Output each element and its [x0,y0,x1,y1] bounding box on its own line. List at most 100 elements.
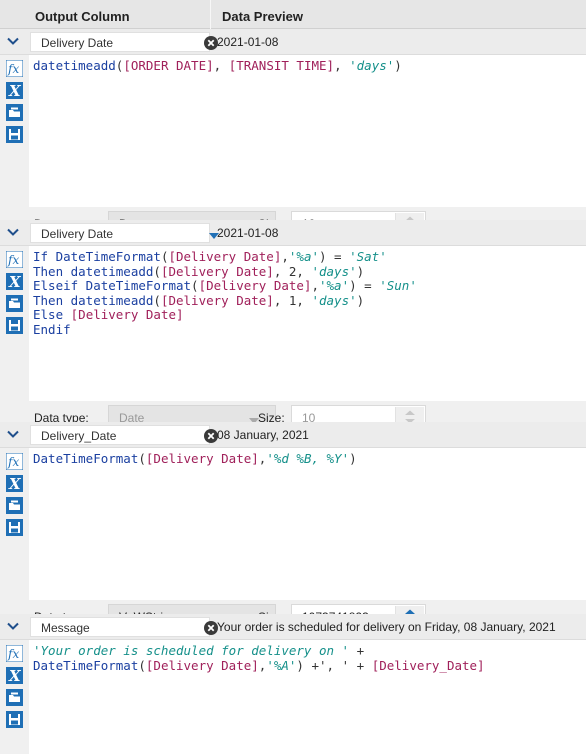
grid-header: Output Column Data Preview [0,0,586,29]
expression-line: Then datetimeadd([Delivery Date], 1, 'da… [33,292,586,309]
expression-token: '%A' [266,657,297,673]
expression-token: [Delivery Date] [70,307,184,322]
expression-token: [Delivery Date] [198,278,312,293]
expression-token: DateTimeFormat [33,657,139,673]
header-divider [210,0,211,29]
variable-x-icon[interactable]: X [6,82,23,100]
expression-token: 'Sat' [349,249,387,264]
expression-token: If DateTimeFormat [33,249,161,264]
variable-x-icon[interactable]: X [6,667,23,685]
expression-line: Else [Delivery Date] [33,307,586,323]
expression-line: Endif [33,321,586,338]
save-disk-icon[interactable] [6,519,23,536]
output-column-field[interactable]: Delivery Date [30,32,218,52]
expression-token: 'days' [311,263,357,279]
expression-token: '%d %B, %Y' [266,451,350,466]
expression-token: [ORDER DATE] [123,58,214,73]
svg-text:X: X [8,475,22,492]
expression-token: ( [153,292,161,308]
clear-icon[interactable] [204,36,218,50]
expression-token: Else [33,307,71,322]
expression-token: '%a' [288,249,319,264]
data-preview-value: 2021-01-08 [217,35,279,49]
expression-token: , [334,58,350,73]
output-column-field[interactable]: Delivery Date [30,223,219,243]
variable-x-icon[interactable]: X [6,273,23,291]
expression-line: DateTimeFormat([Delivery Date],'%A') +',… [33,657,586,674]
svg-text:X: X [8,273,22,290]
expression-token: ) [356,292,365,308]
clear-icon[interactable] [204,621,218,635]
chevron-down-icon[interactable] [6,225,20,239]
expression-token: ) +', ' + [296,657,372,673]
expression-line: 'Your order is scheduled for delivery on… [33,643,586,659]
expression-token: + [349,643,365,658]
expression-token: Then datetimeadd [33,263,154,279]
expression-line: If DateTimeFormat([Delivery Date],'%a') … [33,249,586,265]
expression-token: ) [356,263,365,279]
svg-text:fx: fx [7,455,19,469]
open-folder-icon[interactable] [6,295,23,312]
open-folder-icon[interactable] [6,104,23,121]
formula-header-row: Delivery Date 2021-01-08 [0,220,586,246]
expression-token: ( [191,278,199,293]
expression-token: [TRANSIT TIME] [228,58,335,73]
expression-line: Then datetimeadd([Delivery Date], 2, 'da… [33,263,586,280]
open-folder-icon[interactable] [6,689,23,706]
editor-toolbar: fx X [0,448,29,600]
clear-icon[interactable] [204,429,218,443]
output-column-field[interactable]: Delivery_Date [30,425,218,445]
svg-text:fx: fx [7,253,19,267]
function-fx-icon[interactable]: fx [5,644,24,663]
output-column-field[interactable]: Message [30,617,218,637]
editor-toolbar: fx X [0,55,29,207]
save-disk-icon[interactable] [6,317,23,334]
svg-text:fx: fx [7,62,19,76]
expression-token: Endif [33,321,71,337]
formula-header-row: Delivery Date 2021-01-08 [0,29,586,55]
expression-token: ) = [319,249,350,264]
data-preview-header: Data Preview [222,9,303,24]
expression-token: [Delivery Date] [145,657,259,673]
expression-editor[interactable]: If DateTimeFormat([Delivery Date],'%a') … [29,246,586,401]
expression-token: ( [138,451,146,466]
output-column-name: Message [41,621,90,635]
formula-header-row: Delivery_Date 08 January, 2021 [0,422,586,448]
expression-token: , 2, [273,263,312,279]
expression-token: [Delivery_Date] [371,657,485,673]
expression-token: [Delivery Date] [160,292,274,308]
function-fx-icon[interactable]: fx [5,452,24,471]
expression-token: '%a' [319,278,350,293]
save-disk-icon[interactable] [6,126,23,143]
expression-token: DateTimeFormat [33,451,139,466]
editor-toolbar: fx X [0,246,29,401]
function-fx-icon[interactable]: fx [5,250,24,269]
expression-token: , 1, [273,292,312,308]
data-preview-value: Your order is scheduled for delivery on … [217,620,556,634]
expression-editor[interactable]: 'Your order is scheduled for delivery on… [29,640,586,754]
output-column-name: Delivery Date [41,227,114,241]
chevron-down-icon[interactable] [6,619,20,633]
chevron-down-icon[interactable] [6,34,20,48]
svg-text:fx: fx [7,647,19,661]
expression-token: [Delivery Date] [160,263,274,279]
data-preview-value: 2021-01-08 [217,226,279,240]
expression-token: , [213,58,229,73]
save-disk-icon[interactable] [6,711,23,728]
expression-line: DateTimeFormat([Delivery Date],'%d %B, %… [33,451,586,467]
expression-token: 'days' [349,58,395,73]
expression-token: Elseif DateTimeFormat [33,278,192,293]
expression-token: 'days' [311,292,357,308]
variable-x-icon[interactable]: X [6,475,23,493]
expression-token: ( [138,657,146,673]
output-column-name: Delivery Date [41,36,114,50]
function-fx-icon[interactable]: fx [5,59,24,78]
expression-token: ( [153,263,161,279]
open-folder-icon[interactable] [6,497,23,514]
chevron-down-icon[interactable] [6,427,20,441]
expression-editor[interactable]: DateTimeFormat([Delivery Date],'%d %B, %… [29,448,586,600]
svg-text:X: X [8,667,22,684]
formula-header-row: Message Your order is scheduled for deli… [0,614,586,640]
output-column-name: Delivery_Date [41,429,117,443]
expression-editor[interactable]: datetimeadd([ORDER DATE], [TRANSIT TIME]… [29,55,586,207]
